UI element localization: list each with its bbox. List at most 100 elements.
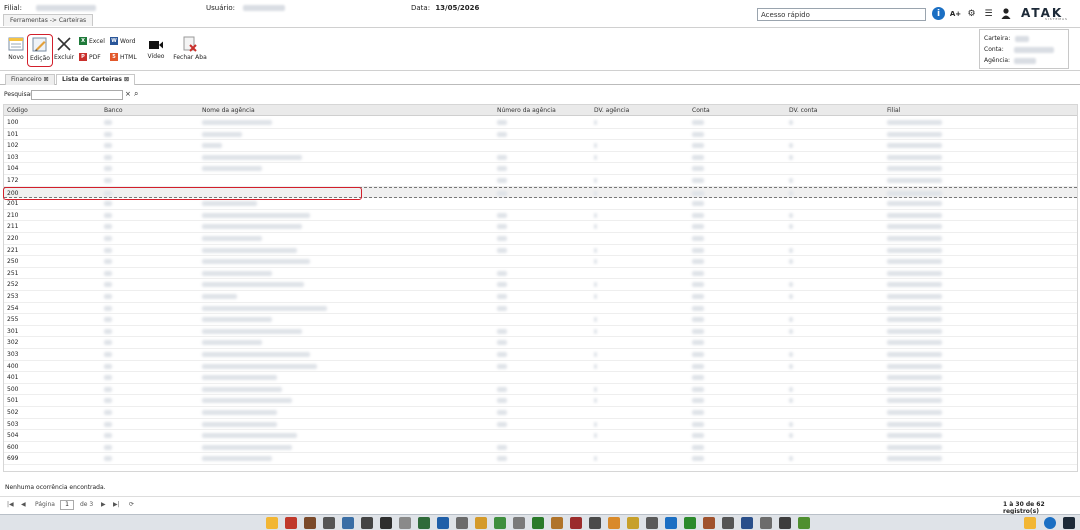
table-row[interactable]: 600 xyxy=(4,442,1077,454)
shortcut-icon[interactable] xyxy=(741,517,753,529)
table-row[interactable]: 104 xyxy=(4,163,1077,175)
shortcut-icon[interactable] xyxy=(760,517,772,529)
shortcut-icon[interactable] xyxy=(608,517,620,529)
table-row[interactable]: 699 xyxy=(4,453,1077,465)
quick-access-input[interactable]: Acesso rápido xyxy=(757,8,926,21)
shortcut-icon[interactable] xyxy=(513,517,525,529)
table-row[interactable]: 500 xyxy=(4,384,1077,396)
shortcut-icon[interactable] xyxy=(418,517,430,529)
shortcut-icon[interactable] xyxy=(570,517,582,529)
shortcut-icon[interactable] xyxy=(266,517,278,529)
table-row[interactable]: 254 xyxy=(4,303,1077,315)
table-row[interactable]: 400 xyxy=(4,361,1077,373)
gear-icon[interactable]: ⚙ xyxy=(965,7,978,20)
shortcut-icon[interactable] xyxy=(380,517,392,529)
shortcut-icon[interactable] xyxy=(456,517,468,529)
novo-button[interactable]: Novo xyxy=(6,36,26,61)
col-conta[interactable]: Conta xyxy=(692,107,710,114)
shortcut-icon[interactable] xyxy=(285,517,297,529)
table-row[interactable]: 221 xyxy=(4,245,1077,257)
table-row[interactable]: 255 xyxy=(4,314,1077,326)
shortcut-icon[interactable] xyxy=(551,517,563,529)
html-button[interactable]: 5 HTML xyxy=(110,53,137,61)
word-button[interactable]: W Word xyxy=(110,37,135,45)
table-row[interactable]: 101 xyxy=(4,129,1077,141)
star-icon[interactable] xyxy=(1024,517,1036,529)
first-page-button[interactable]: |◀ xyxy=(7,501,14,508)
table-row[interactable]: 502 xyxy=(4,407,1077,419)
shortcut-icon[interactable] xyxy=(399,517,411,529)
shortcut-icon[interactable] xyxy=(532,517,544,529)
refresh-icon[interactable]: ⟳ xyxy=(129,501,134,508)
col-filial[interactable]: Filial xyxy=(887,107,900,114)
cell-redacted xyxy=(202,131,242,137)
fechar-aba-button[interactable]: Fechar Aba xyxy=(173,36,207,61)
shortcut-icon[interactable] xyxy=(627,517,639,529)
shortcut-icon[interactable] xyxy=(589,517,601,529)
tab-lista-de-carteiras[interactable]: Lista de Carteiras ⊠ xyxy=(56,74,136,85)
col-codigo[interactable]: Código xyxy=(7,107,28,114)
shortcut-icon[interactable] xyxy=(646,517,658,529)
shortcut-icon[interactable] xyxy=(437,517,449,529)
shortcut-icon[interactable] xyxy=(684,517,696,529)
table-row[interactable]: 100 xyxy=(4,117,1077,129)
col-dv-agencia[interactable]: DV. agência xyxy=(594,107,629,114)
search-icon[interactable]: ⌕ xyxy=(134,89,138,99)
font-size-button[interactable]: A+ xyxy=(949,7,962,20)
shortcut-icon[interactable] xyxy=(323,517,335,529)
shortcut-icon[interactable] xyxy=(494,517,506,529)
table-row[interactable]: 102 xyxy=(4,140,1077,152)
shortcut-icon[interactable] xyxy=(798,517,810,529)
excluir-button[interactable]: Excluir xyxy=(54,36,74,61)
cell-codigo: 172 xyxy=(7,177,19,184)
table-row[interactable]: 303 xyxy=(4,349,1077,361)
video-button[interactable]: Vídeo xyxy=(146,39,166,60)
col-nome-agencia[interactable]: Nome da agência xyxy=(202,107,255,114)
table-row[interactable]: 210 xyxy=(4,210,1077,222)
col-banco[interactable]: Banco xyxy=(104,107,123,114)
edicao-button[interactable]: Edição xyxy=(27,34,53,67)
menu-icon[interactable]: ☰ xyxy=(982,7,995,20)
table-row[interactable]: 251 xyxy=(4,268,1077,280)
tab-close-icon[interactable]: ⊠ xyxy=(124,76,129,83)
table-row[interactable]: 504 xyxy=(4,430,1077,442)
col-numero-agencia[interactable]: Número da agência xyxy=(497,107,556,114)
last-page-button[interactable]: ▶| xyxy=(113,501,120,508)
table-row[interactable]: 220 xyxy=(4,233,1077,245)
table-row[interactable]: 250 xyxy=(4,256,1077,268)
shortcut-icon[interactable] xyxy=(475,517,487,529)
info-icon[interactable]: i xyxy=(932,7,945,20)
search-input[interactable] xyxy=(31,90,123,100)
tab-financeiro[interactable]: Financeiro ⊠ xyxy=(5,74,55,85)
col-dv-conta[interactable]: DV. conta xyxy=(789,107,817,114)
table-row[interactable]: 302 xyxy=(4,337,1077,349)
shortcut-icon[interactable] xyxy=(304,517,316,529)
table-row[interactable]: 252 xyxy=(4,279,1077,291)
table-row[interactable]: 103 xyxy=(4,152,1077,164)
shortcut-icon[interactable] xyxy=(779,517,791,529)
help-icon[interactable] xyxy=(1044,517,1056,529)
user-icon[interactable] xyxy=(1063,517,1075,529)
tab-close-icon[interactable]: ⊠ xyxy=(44,76,49,83)
prev-page-button[interactable]: ◀ xyxy=(21,501,26,508)
shortcut-icon[interactable] xyxy=(703,517,715,529)
shortcut-icon[interactable] xyxy=(361,517,373,529)
table-row[interactable]: 501 xyxy=(4,395,1077,407)
shortcut-icon[interactable] xyxy=(342,517,354,529)
table-row[interactable]: 172 xyxy=(4,175,1077,187)
table-row[interactable]: 301 xyxy=(4,326,1077,338)
clear-icon[interactable]: × xyxy=(125,90,131,98)
table-row[interactable]: 253 xyxy=(4,291,1077,303)
user-icon[interactable] xyxy=(999,7,1012,20)
excel-button[interactable]: X Excel xyxy=(79,37,105,45)
breadcrumb-tab[interactable]: Ferramentas -> Carteiras xyxy=(3,14,94,26)
shortcut-icon[interactable] xyxy=(665,517,677,529)
shortcut-icon[interactable] xyxy=(722,517,734,529)
next-page-button[interactable]: ▶ xyxy=(101,501,106,508)
pdf-button[interactable]: P PDF xyxy=(79,53,101,61)
cell-redacted xyxy=(692,421,704,427)
table-row[interactable]: 503 xyxy=(4,419,1077,431)
table-row[interactable]: 401 xyxy=(4,372,1077,384)
page-input[interactable]: 1 xyxy=(60,500,74,510)
table-row[interactable]: 211 xyxy=(4,221,1077,233)
